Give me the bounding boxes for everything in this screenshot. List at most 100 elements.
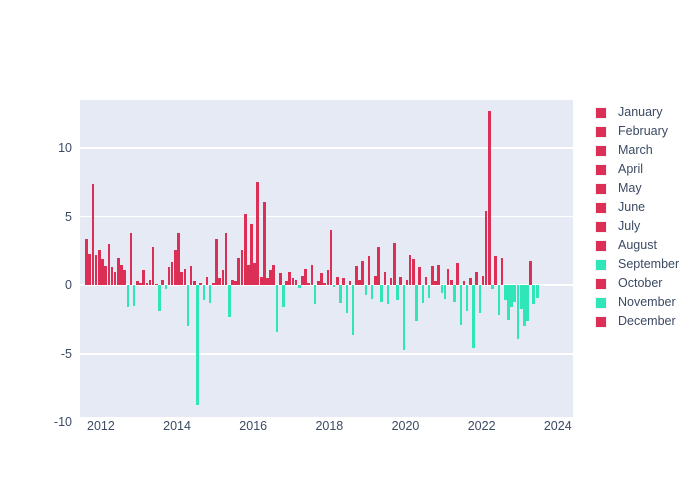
- legend-item-december[interactable]: December: [595, 312, 695, 331]
- bar: [396, 285, 399, 301]
- bar: [503, 285, 507, 301]
- legend-item-may[interactable]: May: [595, 179, 695, 198]
- bar: [526, 285, 529, 321]
- bar: [129, 233, 133, 286]
- bar: [345, 285, 349, 313]
- bar: [158, 285, 161, 312]
- legend-item-label: November: [618, 295, 676, 310]
- bar: [535, 285, 539, 298]
- bar: [202, 285, 206, 301]
- bar: [126, 285, 130, 308]
- bar: [453, 285, 456, 302]
- x-axis-tick-label: 2016: [239, 419, 268, 433]
- legend-swatch-icon: [595, 220, 607, 233]
- legend-item-january[interactable]: January: [595, 103, 695, 122]
- legend-item-label: February: [618, 124, 669, 139]
- bar: [424, 277, 428, 286]
- y-axis: 10 5 0 -5 -10: [0, 100, 72, 428]
- legend-swatch-icon: [595, 125, 607, 138]
- legend-swatch-icon: [595, 163, 607, 176]
- bar: [218, 278, 221, 286]
- bar: [246, 264, 250, 286]
- bar: [208, 285, 212, 304]
- bar: [196, 285, 199, 405]
- legend-swatch-icon: [595, 144, 607, 157]
- bar: [389, 278, 393, 286]
- bar: [313, 285, 317, 305]
- bar: [367, 256, 371, 286]
- bar: [351, 285, 355, 335]
- legend-swatch-icon: [595, 182, 607, 195]
- bar: [161, 279, 164, 286]
- bar: [370, 285, 374, 299]
- legend-item-june[interactable]: June: [595, 198, 695, 217]
- legend-item-october[interactable]: October: [595, 274, 695, 293]
- bar: [186, 285, 190, 327]
- legend-item-label: May: [618, 181, 642, 196]
- bar: [164, 285, 168, 290]
- bar: [399, 277, 402, 286]
- legend-swatch-icon: [595, 296, 607, 309]
- legend-swatch-icon: [595, 239, 607, 252]
- legend-item-label: June: [618, 200, 646, 215]
- bar: [469, 278, 472, 286]
- bar: [513, 285, 517, 302]
- bar: [332, 285, 336, 287]
- y-axis-tick-label: 5: [65, 209, 72, 224]
- legend-item-august[interactable]: August: [595, 236, 695, 255]
- legend-swatch-icon: [595, 277, 607, 290]
- bar: [472, 285, 475, 349]
- bar: [446, 268, 450, 286]
- bar: [183, 268, 187, 286]
- x-axis-tick-label: 2018: [315, 419, 344, 433]
- legend-swatch-icon: [595, 201, 607, 214]
- bar: [266, 278, 269, 286]
- legend-item-february[interactable]: February: [595, 122, 695, 141]
- x-axis-tick-label: 2024: [543, 419, 572, 433]
- bar: [123, 270, 126, 286]
- bar: [142, 270, 145, 286]
- bar: [402, 285, 406, 350]
- bar: [323, 282, 326, 286]
- bar: [339, 285, 342, 304]
- plot-area: [80, 100, 573, 424]
- legend-item-april[interactable]: April: [595, 160, 695, 179]
- legend-item-march[interactable]: March: [595, 141, 695, 160]
- legend-swatch-icon: [595, 315, 607, 328]
- bar: [364, 285, 368, 295]
- bar: [494, 256, 497, 286]
- legend-item-label: January: [618, 105, 663, 120]
- bar: [297, 285, 301, 288]
- bar: [294, 279, 298, 286]
- chart-figure: 10 5 0 -5 -10 2012 2014 2016 2018 2020 2022 2024 J…: [0, 0, 700, 500]
- legend-swatch-icon: [595, 258, 607, 271]
- x-axis-tick-label: 2014: [163, 419, 191, 433]
- bar: [475, 271, 478, 286]
- bar: [386, 285, 390, 305]
- y-axis-tick-label: 0: [65, 278, 72, 292]
- bar: [329, 230, 333, 286]
- bar: [361, 260, 364, 286]
- bar: [104, 266, 107, 286]
- legend-item-july[interactable]: July: [595, 217, 695, 236]
- bar: [281, 285, 285, 308]
- legend-item-november[interactable]: November: [595, 293, 695, 312]
- bar: [304, 268, 307, 286]
- bar: [415, 285, 418, 321]
- bar: [170, 261, 174, 286]
- legend-item-september[interactable]: September: [595, 255, 695, 274]
- bar: [421, 285, 425, 304]
- bar: [478, 285, 482, 313]
- bar: [522, 285, 526, 327]
- bar: [443, 285, 447, 299]
- bar: [285, 281, 288, 286]
- bar: [275, 285, 279, 332]
- legend-item-label: December: [618, 314, 676, 329]
- bar: [94, 255, 98, 286]
- bar: [205, 277, 209, 286]
- legend-item-label: April: [618, 162, 644, 177]
- bar: [342, 278, 345, 286]
- legend-item-label: July: [618, 219, 641, 234]
- bar: [151, 246, 155, 286]
- bar: [336, 277, 339, 286]
